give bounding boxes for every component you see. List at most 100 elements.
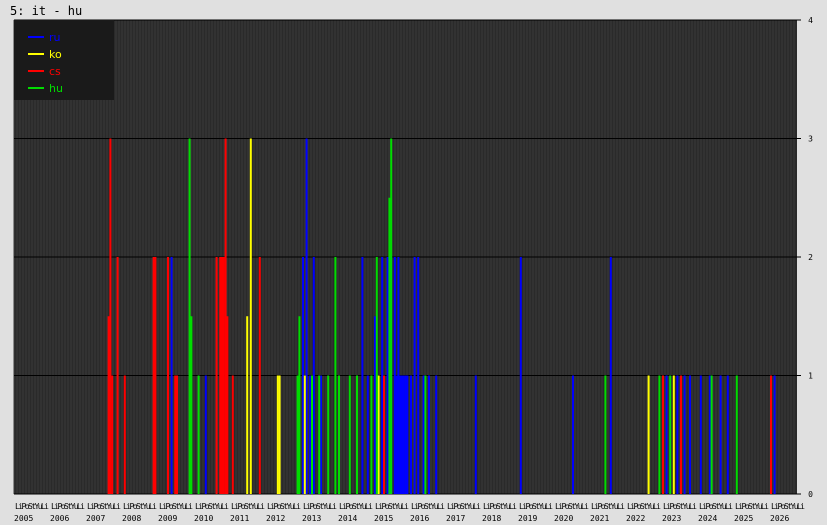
- bar-ru: [399, 375, 402, 494]
- bar-ko: [246, 316, 249, 494]
- x-month-label: LiPoStYuLi: [447, 502, 481, 511]
- x-year-label: 2017: [446, 514, 465, 523]
- bar-ru: [404, 375, 407, 494]
- bar-hu: [658, 375, 661, 494]
- bar-ru: [395, 375, 398, 494]
- x-month-label: LiPoStYuLi: [123, 502, 157, 511]
- x-year-label: 2013: [302, 514, 321, 523]
- bar-ru: [676, 375, 679, 494]
- x-month-label: LiPoStYuLi: [771, 502, 805, 511]
- bar-ru: [305, 138, 308, 494]
- x-month-label: LiPoStYuLi: [375, 502, 409, 511]
- bar-ru: [689, 375, 691, 494]
- bar-hu: [604, 375, 607, 494]
- bar-cs: [258, 257, 261, 494]
- x-month-label: LiPoStYuLi: [159, 502, 193, 511]
- legend-label-ko: ko: [49, 48, 62, 61]
- bar-ru: [204, 375, 207, 494]
- x-year-label: 2006: [50, 514, 69, 523]
- x-year-label: 2014: [338, 514, 357, 523]
- bar-ru: [519, 257, 522, 494]
- x-month-label: LiPoStYuLi: [15, 502, 49, 511]
- legend-label-hu: hu: [49, 82, 63, 95]
- bar-ru: [397, 257, 400, 494]
- x-month-label: LiPoStYuLi: [735, 502, 769, 511]
- bar-hu: [735, 375, 738, 494]
- bar-cs: [107, 316, 110, 494]
- x-year-label: 2018: [482, 514, 501, 523]
- bar-ru: [413, 257, 416, 494]
- x-month-label: LiPoStYuLi: [411, 502, 445, 511]
- bar-hu: [388, 197, 391, 494]
- bar-ru: [170, 257, 173, 494]
- x-month-label: LiPoStYuLi: [519, 502, 553, 511]
- bar-cs: [174, 375, 177, 494]
- bar-ru: [386, 257, 389, 494]
- x-year-label: 2024: [698, 514, 717, 523]
- bar-ru: [683, 375, 686, 494]
- chart-canvas: 01234 LiPoStYuLi2005LiPoStYuLi2006LiPoSt…: [13, 16, 813, 523]
- bar-ru: [361, 257, 364, 494]
- bar-cs: [123, 375, 126, 494]
- bar-cs: [154, 257, 157, 494]
- legend: ru ko cs hu: [14, 20, 114, 100]
- x-month-label: LiPoStYuLi: [663, 502, 697, 511]
- bar-ru: [381, 257, 384, 494]
- x-year-label: 2016: [410, 514, 429, 523]
- bar-cs: [231, 375, 234, 494]
- bar-cs: [221, 257, 223, 494]
- bar-cs: [383, 375, 385, 494]
- bar-hu: [356, 375, 358, 494]
- bar-hu: [318, 375, 321, 494]
- y-tick-label: 2: [808, 253, 813, 262]
- bar-hu: [190, 316, 193, 494]
- bar-ru: [708, 375, 711, 494]
- x-month-label: LiPoStYuLi: [591, 502, 625, 511]
- bar-hu: [710, 375, 713, 494]
- bar-ru: [699, 375, 702, 494]
- bar-ko: [303, 375, 306, 494]
- bar-cs: [111, 375, 114, 494]
- bar-ru: [312, 257, 315, 494]
- x-year-label: 2009: [158, 514, 177, 523]
- bar-hu: [188, 138, 191, 494]
- x-year-label: 2025: [734, 514, 753, 523]
- x-month-label: LiPoStYuLi: [51, 502, 85, 511]
- x-month-label: LiPoStYuLi: [87, 502, 121, 511]
- bar-hu: [375, 257, 378, 494]
- x-year-label: 2019: [518, 514, 537, 523]
- x-month-label: LiPoStYuLi: [195, 502, 229, 511]
- bar-hu: [296, 375, 299, 494]
- x-axis-ticks: LiPoStYuLi2005LiPoStYuLi2006LiPoStYuLi20…: [14, 502, 805, 523]
- bar-hu: [311, 375, 313, 494]
- bar-ru: [417, 257, 420, 494]
- bar-ru: [609, 257, 612, 494]
- bar-ru: [309, 375, 312, 494]
- bar-cs: [770, 375, 772, 494]
- bar-ko: [647, 375, 650, 494]
- bar-ru: [402, 375, 405, 494]
- bar-ru: [366, 375, 369, 494]
- bar-cs: [222, 257, 225, 494]
- bar-cs: [215, 257, 218, 494]
- bar-hu: [390, 138, 393, 494]
- bar-hu: [197, 375, 200, 494]
- y-tick-label: 3: [808, 135, 813, 144]
- bar-ru: [719, 375, 722, 494]
- x-year-label: 2015: [374, 514, 393, 523]
- x-year-label: 2007: [86, 514, 105, 523]
- bar-hu: [334, 257, 337, 494]
- bar-cs: [224, 138, 227, 494]
- bar-ru: [422, 375, 425, 494]
- bar-ru: [474, 375, 477, 494]
- x-month-label: LiPoStYuLi: [231, 502, 265, 511]
- x-year-label: 2010: [194, 514, 213, 523]
- bar-ru: [401, 375, 403, 494]
- bar-ko: [249, 138, 252, 494]
- bar-ru: [773, 375, 776, 494]
- x-year-label: 2020: [554, 514, 573, 523]
- bar-hu: [298, 316, 301, 494]
- x-month-label: LiPoStYuLi: [267, 502, 301, 511]
- x-year-label: 2023: [662, 514, 681, 523]
- bar-ru: [406, 375, 409, 494]
